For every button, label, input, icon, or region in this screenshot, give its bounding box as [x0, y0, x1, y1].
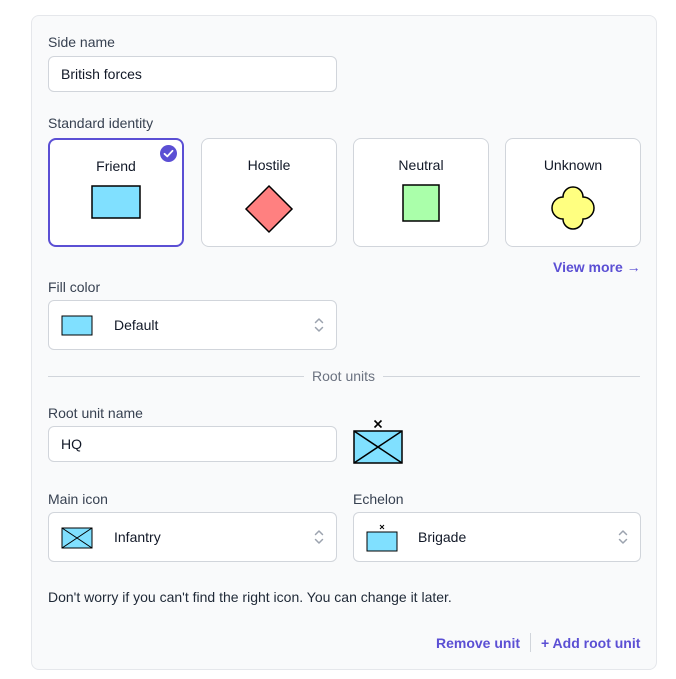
echelon-select[interactable]: Brigade [353, 512, 641, 562]
root-unit-name-label: Root unit name [48, 405, 143, 421]
fill-color-value: Default [114, 317, 159, 333]
echelon-label: Echelon [353, 491, 404, 507]
view-more-link[interactable]: View more → [553, 259, 641, 275]
identity-card-friend[interactable]: Friend [48, 138, 184, 247]
fill-color-label: Fill color [48, 279, 101, 295]
identity-hostile-label: Hostile [247, 157, 291, 173]
fill-color-select[interactable]: Default [48, 300, 337, 350]
echelon-value: Brigade [418, 529, 467, 545]
side-name-input[interactable]: British forces [48, 56, 337, 92]
chevron-updown-icon [618, 530, 628, 544]
infantry-symbol-icon [61, 527, 93, 549]
chevron-updown-icon [314, 530, 324, 544]
root-unit-name-value: HQ [61, 436, 82, 452]
identity-unknown-label: Unknown [543, 157, 603, 173]
selected-check-icon [160, 145, 177, 162]
main-icon-select[interactable]: Infantry [48, 512, 337, 562]
identity-card-unknown[interactable]: Unknown [505, 138, 641, 247]
identity-card-hostile[interactable]: Hostile [201, 138, 337, 247]
root-unit-name-input[interactable]: HQ [48, 426, 337, 462]
main-icon-value: Infantry [114, 529, 161, 545]
fill-color-swatch-icon [61, 315, 93, 336]
remove-unit-button[interactable]: Remove unit [436, 635, 520, 651]
neutral-symbol-icon [402, 184, 440, 222]
add-root-unit-button[interactable]: + Add root unit [541, 635, 640, 651]
friend-symbol-icon [91, 185, 141, 219]
standard-identity-label: Standard identity [48, 115, 154, 131]
hostile-symbol-icon [244, 184, 294, 234]
chevron-updown-icon [314, 318, 324, 332]
root-units-heading: Root units [304, 368, 384, 384]
actions-separator [530, 633, 531, 652]
unknown-symbol-icon [551, 186, 595, 230]
main-icon-label: Main icon [48, 491, 108, 507]
side-name-label: Side name [48, 34, 115, 50]
side-name-value: British forces [61, 66, 142, 82]
identity-neutral-label: Neutral [398, 157, 444, 173]
help-note: Don't worry if you can't find the right … [48, 589, 452, 605]
identity-card-neutral[interactable]: Neutral [353, 138, 489, 247]
root-unit-symbol-icon [353, 419, 403, 464]
brigade-symbol-icon [366, 524, 398, 552]
